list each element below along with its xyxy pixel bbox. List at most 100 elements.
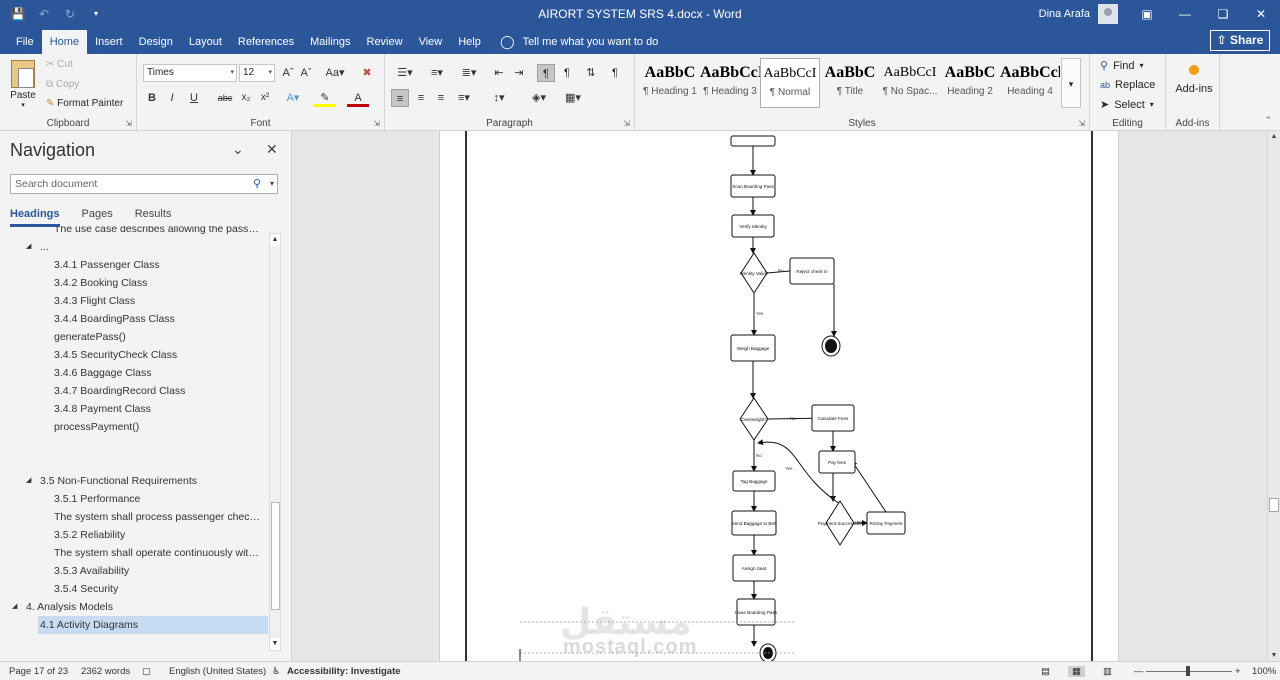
- tab-help[interactable]: Help: [450, 30, 489, 54]
- heading-item[interactable]: 3.4.4 BoardingPass Class: [0, 310, 268, 328]
- font-family-select[interactable]: Times ▾: [143, 64, 237, 82]
- font-size-select[interactable]: 12 ▾: [239, 64, 275, 82]
- print-layout-icon[interactable]: ▦: [1068, 666, 1085, 677]
- scroll-down-icon[interactable]: ▼: [270, 638, 280, 650]
- heading-item[interactable]: 3.5.4 Security: [0, 580, 268, 598]
- heading-item[interactable]: 3.5.3 Availability: [0, 562, 268, 580]
- heading-item[interactable]: 3.4.8 Payment Class: [0, 400, 268, 418]
- collapse-arrow-icon[interactable]: ◢: [12, 598, 17, 616]
- document-page[interactable]: Scan Boarding Pass Verify Identity Identit…: [439, 131, 1119, 661]
- heading-item[interactable]: 3.4.1 Passenger Class: [0, 256, 268, 274]
- italic-icon[interactable]: I: [165, 89, 179, 107]
- style-item[interactable]: AaBbCcl Heading 4: [1000, 58, 1060, 108]
- heading-item[interactable]: 3.5.2 Reliability: [0, 526, 268, 544]
- heading-item[interactable]: The use case describes allowing the pass…: [0, 226, 268, 238]
- restore-icon[interactable]: ❏: [1204, 0, 1242, 28]
- accessibility-icon[interactable]: ♿: [272, 666, 281, 677]
- read-mode-icon[interactable]: ▤: [1041, 666, 1050, 677]
- underline-icon[interactable]: U: [184, 89, 204, 107]
- document-scrollbar[interactable]: ▲ ▼: [1267, 131, 1280, 661]
- accessibility-status[interactable]: Accessibility: Investigate: [287, 666, 401, 677]
- heading-item[interactable]: 3.4.2 Booking Class: [0, 274, 268, 292]
- scroll-up-icon[interactable]: ▲: [1268, 133, 1280, 140]
- navigation-scrollbar[interactable]: ▲ ▼: [269, 233, 281, 651]
- share-button[interactable]: ⇧ Share: [1210, 30, 1270, 51]
- align-center-icon[interactable]: ≡: [413, 89, 429, 107]
- rtl-paragraph-icon[interactable]: ¶: [559, 64, 575, 82]
- align-left-icon[interactable]: ≡: [391, 89, 409, 107]
- style-item[interactable]: AaBbC ¶ Title: [820, 58, 880, 108]
- ltr-paragraph-icon[interactable]: ¶: [537, 64, 555, 82]
- language[interactable]: English (United States): [169, 666, 266, 677]
- heading-item[interactable]: 3.4.6 Baggage Class: [0, 364, 268, 382]
- tab-view[interactable]: View: [411, 30, 451, 54]
- text-effects-icon[interactable]: A▾: [282, 89, 304, 107]
- format-painter-button[interactable]: ✎ Format Painter: [46, 98, 123, 109]
- heading-item[interactable]: [0, 436, 268, 454]
- style-item[interactable]: AaBbCcI ¶ Normal: [760, 58, 820, 108]
- style-item[interactable]: AaBbCcI ¶ No Spac...: [880, 58, 940, 108]
- avatar[interactable]: [1098, 4, 1118, 24]
- word-count[interactable]: 2362 words: [81, 666, 130, 677]
- heading-item[interactable]: generatePass(): [0, 328, 268, 346]
- paste-button[interactable]: Paste ▾: [8, 60, 38, 109]
- heading-item[interactable]: The system shall operate continuously wi…: [0, 544, 268, 562]
- dialog-launcher-icon[interactable]: ⇲: [1078, 119, 1085, 128]
- search-input[interactable]: Search document ⚲ ▾: [10, 174, 278, 194]
- line-spacing-icon[interactable]: ↕▾: [485, 89, 513, 107]
- nav-tab-results[interactable]: Results: [135, 208, 172, 227]
- borders-icon[interactable]: ▦▾: [559, 89, 587, 107]
- heading-item[interactable]: ◢ 4. Analysis Models: [0, 598, 268, 616]
- heading-item[interactable]: The system shall process passenger check…: [0, 508, 268, 526]
- heading-item[interactable]: 3.4.7 BoardingRecord Class: [0, 382, 268, 400]
- tab-layout[interactable]: Layout: [181, 30, 230, 54]
- sort-icon[interactable]: ⇅: [583, 64, 599, 82]
- tab-review[interactable]: Review: [359, 30, 411, 54]
- ribbon-display-icon[interactable]: ▣: [1128, 0, 1166, 28]
- web-layout-icon[interactable]: ▥: [1103, 666, 1112, 677]
- align-right-icon[interactable]: ≡: [433, 89, 449, 107]
- decrease-indent-icon[interactable]: ⇤: [491, 64, 507, 82]
- heading-item[interactable]: ◢...: [0, 238, 268, 256]
- style-item[interactable]: AaBbCcI ¶ Heading 3: [700, 58, 760, 108]
- shading-icon[interactable]: ◈▾: [525, 89, 553, 107]
- replace-button[interactable]: ab Replace: [1100, 79, 1155, 91]
- multilevel-list-icon[interactable]: ≣▾: [455, 64, 483, 82]
- nav-tab-pages[interactable]: Pages: [82, 208, 113, 227]
- nav-tab-headings[interactable]: Headings: [10, 208, 60, 227]
- heading-item[interactable]: 3.4.3 Flight Class: [0, 292, 268, 310]
- tab-home[interactable]: Home: [41, 30, 88, 54]
- bold-icon[interactable]: B: [145, 89, 159, 107]
- styles-more-icon[interactable]: ▾: [1061, 58, 1081, 108]
- collapse-arrow-icon[interactable]: ◢: [26, 472, 31, 490]
- tell-me-box[interactable]: ◯ Tell me what you want to do: [500, 34, 658, 50]
- page-count[interactable]: Page 17 of 23: [9, 666, 68, 677]
- zoom-out-icon[interactable]: —: [1134, 666, 1144, 677]
- heading-item[interactable]: 4.1 Activity Diagrams: [38, 616, 268, 634]
- tab-file[interactable]: File: [8, 30, 42, 54]
- style-item[interactable]: AaBbC ¶ Heading 1: [640, 58, 700, 108]
- shrink-font-icon[interactable]: Aˇ: [298, 64, 314, 82]
- scroll-thumb[interactable]: [271, 502, 280, 610]
- heading-item[interactable]: [0, 454, 268, 472]
- collapse-ribbon-icon[interactable]: ⌃: [1264, 115, 1272, 126]
- addins-button[interactable]: Add-ins: [1172, 62, 1216, 95]
- scroll-down-icon[interactable]: ▼: [1268, 652, 1280, 659]
- heading-item[interactable]: processPayment(): [0, 418, 268, 436]
- chevron-down-icon[interactable]: ▾: [270, 175, 274, 193]
- close-icon[interactable]: ✕: [1242, 0, 1280, 28]
- dialog-launcher-icon[interactable]: ⇲: [125, 119, 132, 128]
- increase-indent-icon[interactable]: ⇥: [511, 64, 527, 82]
- superscript-icon[interactable]: x²: [258, 89, 272, 107]
- scroll-up-icon[interactable]: ▲: [270, 234, 280, 246]
- collapse-arrow-icon[interactable]: ◢: [26, 238, 31, 256]
- grow-font-icon[interactable]: Aˆ: [280, 64, 296, 82]
- dialog-launcher-icon[interactable]: ⇲: [623, 119, 630, 128]
- style-item[interactable]: AaBbC Heading 2: [940, 58, 1000, 108]
- select-button[interactable]: ➤ Select ▾: [1100, 98, 1154, 112]
- user-name[interactable]: Dina Arafa: [1039, 8, 1090, 20]
- close-icon[interactable]: ✕: [266, 141, 278, 158]
- dialog-launcher-icon[interactable]: ⇲: [373, 119, 380, 128]
- zoom-level[interactable]: 100%: [1252, 666, 1276, 677]
- change-case-icon[interactable]: Aa▾: [323, 64, 347, 82]
